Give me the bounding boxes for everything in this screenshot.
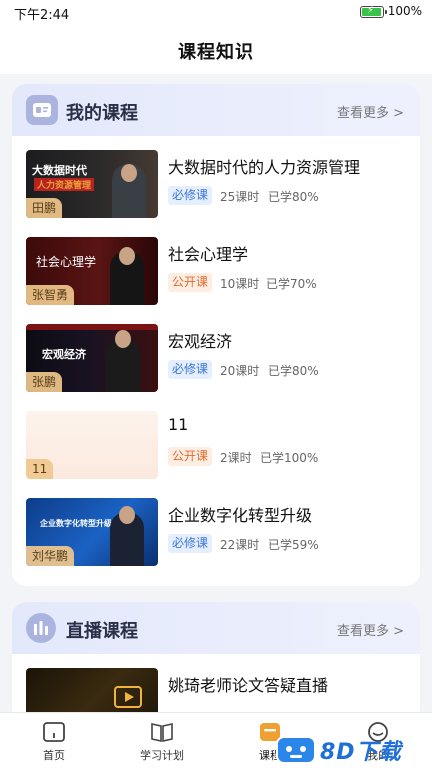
book-icon xyxy=(151,723,173,742)
course-progress: 已学70% xyxy=(266,277,317,291)
battery-icon: ⚡ xyxy=(360,5,387,18)
course-title: 11 xyxy=(168,415,189,434)
course-hours: 2课时 xyxy=(220,451,252,465)
my-courses-card: 我的课程 查看更多 > 大数据时代 人力资源管理 田鹏 大数据时代的人力资源管理… xyxy=(12,84,420,586)
course-thumbnail: 企业数字化转型升级 刘华鹏 xyxy=(26,498,158,566)
teacher-tag: 11 xyxy=(26,459,54,479)
course-item[interactable]: 11 11 公开课 2课时 已学100% xyxy=(26,411,406,479)
tab-study-plan[interactable]: 学习计划 xyxy=(122,713,202,768)
course-type-badge: 必修课 xyxy=(168,534,213,553)
live-courses-header: 直播课程 查看更多 > xyxy=(12,602,420,654)
course-title: 大数据时代的人力资源管理 xyxy=(168,158,361,177)
watermark: 8D下载 xyxy=(272,730,432,768)
course-item[interactable]: 企业数字化转型升级 刘华鹏 企业数字化转型升级 必修课 22课时 已学59% xyxy=(26,498,406,566)
course-card-icon xyxy=(26,95,58,125)
course-progress: 已学100% xyxy=(260,451,319,465)
my-courses-more-link[interactable]: 查看更多 > xyxy=(337,102,404,121)
course-type-badge: 必修课 xyxy=(168,186,213,205)
teacher-tag: 张智勇 xyxy=(26,285,75,305)
course-progress: 已学80% xyxy=(268,190,319,204)
course-type-badge: 必修课 xyxy=(168,360,213,379)
course-progress: 已学80% xyxy=(268,364,319,378)
course-hours: 10课时 xyxy=(220,277,260,291)
tab-home[interactable]: 首页 xyxy=(14,713,94,768)
course-title: 宏观经济 xyxy=(168,332,233,351)
live-courses-more-link[interactable]: 查看更多 > xyxy=(337,620,404,639)
course-title: 社会心理学 xyxy=(168,245,249,264)
course-item[interactable]: 社会心理学 张智勇 社会心理学 公开课 10课时 已学70% xyxy=(26,237,406,305)
battery-percent: 100% xyxy=(387,4,422,18)
live-courses-title: 直播课程 xyxy=(66,621,138,642)
teacher-tag: 田鹏 xyxy=(26,198,63,218)
course-thumbnail: 11 xyxy=(26,411,158,479)
teacher-tag: 刘华鹏 xyxy=(26,546,75,566)
home-icon xyxy=(43,722,65,742)
course-thumbnail: 大数据时代 人力资源管理 田鹏 xyxy=(26,150,158,218)
course-item[interactable]: 宏观经济 张鹏 宏观经济 必修课 20课时 已学80% xyxy=(26,324,406,392)
robot-logo-icon xyxy=(276,736,316,764)
tab-home-label: 首页 xyxy=(43,749,65,762)
course-thumbnail: 社会心理学 张智勇 xyxy=(26,237,158,305)
tv-play-icon xyxy=(114,686,142,708)
my-courses-title: 我的课程 xyxy=(66,103,138,124)
course-hours: 20课时 xyxy=(220,364,260,378)
status-time: 下午2:44 xyxy=(14,8,70,23)
course-thumbnail: 宏观经济 张鹏 xyxy=(26,324,158,392)
course-title: 企业数字化转型升级 xyxy=(168,506,313,525)
my-courses-header: 我的课程 查看更多 > xyxy=(12,84,420,136)
course-progress: 已学59% xyxy=(268,538,319,552)
live-course-title: 姚琦老师论文答疑直播 xyxy=(168,676,329,695)
page-header: 课程知识 xyxy=(0,24,432,74)
course-hours: 25课时 xyxy=(220,190,260,204)
course-type-badge: 公开课 xyxy=(168,447,213,466)
course-item[interactable]: 大数据时代 人力资源管理 田鹏 大数据时代的人力资源管理 必修课 25课时 已学… xyxy=(26,150,406,218)
live-courses-card: 直播课程 查看更多 > 姚琦老师论文答疑直播 xyxy=(12,602,420,722)
tab-study-plan-label: 学习计划 xyxy=(140,749,184,762)
bar-chart-icon xyxy=(26,613,56,643)
page-title: 课程知识 xyxy=(178,42,254,63)
status-bar: 下午2:44 ⚡ 100% xyxy=(0,0,432,24)
watermark-text: 8D下载 xyxy=(320,740,402,765)
course-type-badge: 公开课 xyxy=(168,273,213,292)
teacher-tag: 张鹏 xyxy=(26,372,63,392)
course-hours: 22课时 xyxy=(220,538,260,552)
